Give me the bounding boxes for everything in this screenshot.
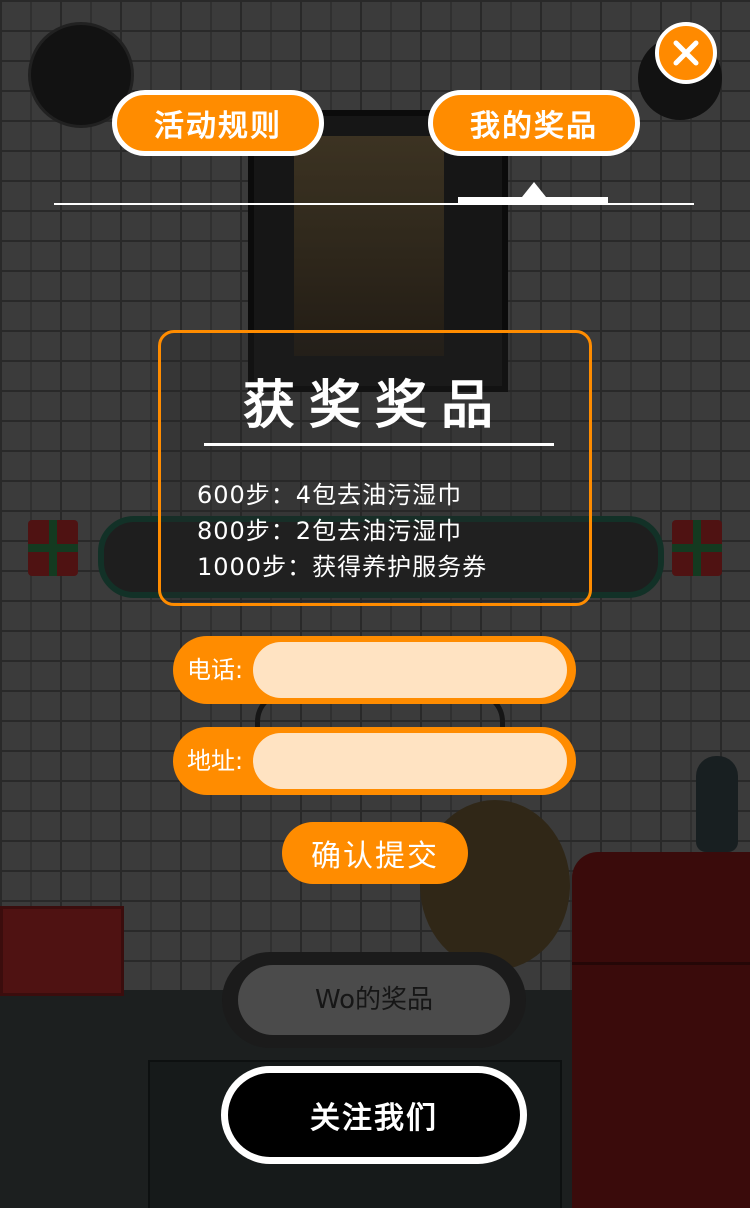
prize-item: 1000步：获得养护服务券 <box>197 553 488 581</box>
phone-field: 电话: <box>173 636 576 704</box>
prize-item: 800步：2包去油污湿巾 <box>197 517 463 545</box>
prize-item: 600步：4包去油污湿巾 <box>197 481 463 509</box>
close-button[interactable] <box>655 22 717 84</box>
submit-button[interactable]: 确认提交 <box>282 822 468 884</box>
my-prizes-button[interactable]: Wo的奖品 <box>222 952 526 1048</box>
tab-my-prizes[interactable]: 我的奖品 <box>428 90 640 156</box>
address-input[interactable] <box>253 733 567 789</box>
close-icon <box>673 40 699 66</box>
address-label: 地址: <box>187 747 244 775</box>
phone-label: 电话: <box>187 656 244 684</box>
my-prizes-label: Wo的奖品 <box>238 965 510 1035</box>
caret-up-icon <box>522 182 546 197</box>
title-underline <box>204 443 554 446</box>
address-field: 地址: <box>173 727 576 795</box>
prize-panel-title: 获奖奖品 <box>242 376 507 436</box>
prize-panel: 获奖奖品 600步：4包去油污湿巾 800步：2包去油污湿巾 1000步：获得养… <box>158 330 592 606</box>
tab-rules[interactable]: 活动规则 <box>112 90 324 156</box>
active-tab-indicator <box>458 197 608 204</box>
follow-us-button[interactable]: 关注我们 <box>221 1066 527 1164</box>
prize-list: 600步：4包去油污湿巾 800步：2包去油污湿巾 1000步：获得养护服务券 <box>197 477 487 585</box>
phone-input[interactable] <box>253 642 567 698</box>
